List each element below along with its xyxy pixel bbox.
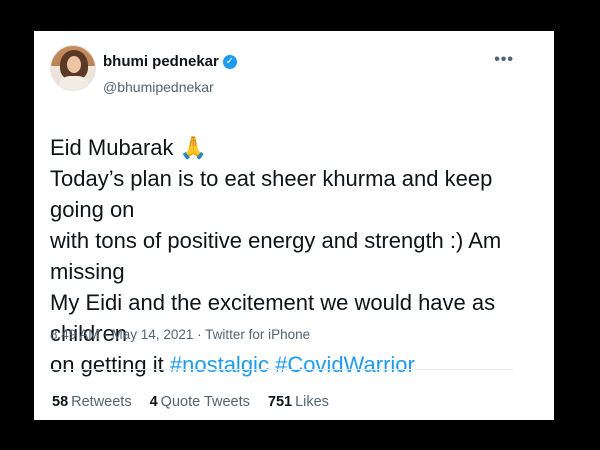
meta-separator: · [103,327,112,342]
quote-tweets-count: 4 [149,394,158,410]
retweets-label: Retweets [71,394,132,410]
tweet-time[interactable]: 8:49 AM [50,327,100,342]
avatar[interactable] [50,45,96,91]
retweets-count: 58 [52,394,69,410]
likes-label: Likes [295,394,329,410]
tweet-line: on getting it #nostalgic #CovidWarrior [50,349,545,380]
avatar-body [59,76,89,90]
hashtag-link[interactable]: #CovidWarrior [275,352,415,377]
tweet-line: Today’s plan is to eat sheer khurma and … [50,166,493,222]
retweets-stat[interactable]: 58 Retweets [52,394,132,410]
author-display-name[interactable]: bhumi pednekar [103,53,219,70]
tweet-line: Eid Mubarak 🙏 [50,135,208,160]
tweet-card: bhumi pednekar ✓ @bhumipednekar ••• Eid … [34,31,554,420]
likes-count: 751 [267,394,293,410]
author-name-row[interactable]: bhumi pednekar ✓ [103,53,237,70]
engagement-stats: 58 Retweets 4 Quote Tweets 751 Likes [52,394,329,410]
tweet-line: with tons of positive energy and strengt… [50,228,502,284]
divider [50,369,513,370]
hashtag-link[interactable]: #nostalgic [170,352,269,377]
tweet-meta: 8:49 AM · May 14, 2021 · Twitter for iPh… [50,327,310,342]
tweet-text: Eid Mubarak 🙏 Today’s plan is to eat she… [50,132,545,380]
quote-tweets-label: Quote Tweets [160,394,250,410]
avatar-face [67,56,81,73]
tweet-source[interactable]: Twitter for iPhone [205,327,310,342]
author-handle[interactable]: @bhumipednekar [103,79,214,95]
likes-stat[interactable]: 751 Likes [268,394,329,410]
quote-tweets-stat[interactable]: 4 Quote Tweets [150,394,250,410]
more-options-icon[interactable]: ••• [494,51,514,69]
tweet-line-text: on getting it [50,352,170,377]
meta-separator: · [197,327,206,342]
tweet-date[interactable]: May 14, 2021 [112,327,194,342]
verified-badge-icon: ✓ [222,54,237,69]
